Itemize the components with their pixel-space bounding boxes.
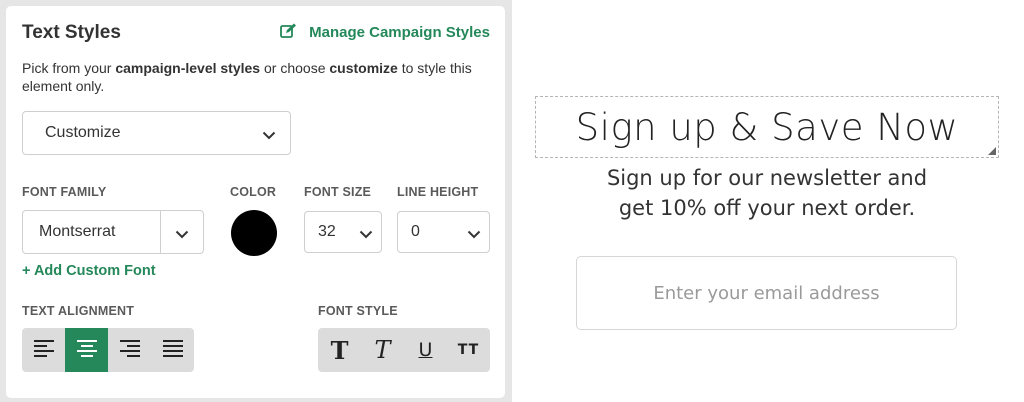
text-alignment-group xyxy=(22,328,194,372)
align-right-icon xyxy=(119,339,141,362)
line-height-select[interactable]: 0 xyxy=(397,211,490,253)
resize-handle-icon[interactable] xyxy=(988,147,996,155)
chevron-down-icon xyxy=(175,226,189,244)
description-bold-customize: customize xyxy=(329,60,398,76)
settings-panel-backdrop: Text Styles Manage Campaign Styles Pick … xyxy=(0,0,512,402)
panel-description: Pick from your campaign-level styles or … xyxy=(22,59,492,95)
subtext-line: get 10% off your next order. xyxy=(618,196,916,220)
font-family-select[interactable]: Montserrat xyxy=(22,210,204,254)
select-divider xyxy=(160,211,161,253)
chevron-down-icon xyxy=(359,226,373,244)
align-center-icon xyxy=(76,339,98,362)
line-height-label: LINE HEIGHT xyxy=(397,185,479,199)
chevron-down-icon xyxy=(467,226,481,244)
text-alignment-label: TEXT ALIGNMENT xyxy=(22,304,135,318)
style-source-value: Customize xyxy=(45,124,121,141)
description-text: or choose xyxy=(260,60,330,76)
description-text: Pick from your xyxy=(22,60,116,76)
subtext-block: Sign up for our newsletter and get 10% o… xyxy=(535,163,999,223)
line-height-value: 0 xyxy=(411,223,420,240)
align-justify-icon xyxy=(162,339,184,362)
underline-button[interactable]: U xyxy=(404,328,447,372)
font-size-select[interactable]: 32 xyxy=(304,211,382,253)
manage-campaign-styles-label: Manage Campaign Styles xyxy=(309,24,490,41)
panel-title: Text Styles xyxy=(22,22,121,43)
edit-icon xyxy=(280,23,309,42)
align-right-button[interactable] xyxy=(108,328,151,372)
chevron-down-icon xyxy=(262,127,276,145)
headline-text: Sign up & Save Now xyxy=(575,105,959,149)
bold-icon: T xyxy=(330,335,349,365)
uppercase-icon: TT xyxy=(457,342,480,358)
font-family-value: Montserrat xyxy=(39,223,116,240)
font-style-label: FONT STYLE xyxy=(318,304,398,318)
underline-icon: U xyxy=(418,339,433,361)
email-input[interactable] xyxy=(576,256,957,330)
color-label: COLOR xyxy=(230,185,277,199)
font-style-group: T T U TT xyxy=(318,328,490,372)
subtext-line: Sign up for our newsletter and xyxy=(606,166,928,190)
font-family-label: FONT FAMILY xyxy=(22,185,107,199)
headline-text-block[interactable]: Sign up & Save Now xyxy=(535,96,999,158)
add-custom-font-link[interactable]: + Add Custom Font xyxy=(22,263,156,279)
align-center-button[interactable] xyxy=(65,328,108,372)
style-source-select[interactable]: Customize xyxy=(22,111,291,155)
align-justify-button[interactable] xyxy=(151,328,194,372)
font-size-label: FONT SIZE xyxy=(304,185,372,199)
bold-button[interactable]: T xyxy=(318,328,361,372)
text-styles-panel: Text Styles Manage Campaign Styles Pick … xyxy=(6,6,505,398)
italic-icon: T xyxy=(374,336,391,364)
font-size-value: 32 xyxy=(318,223,336,240)
manage-campaign-styles-link[interactable]: Manage Campaign Styles xyxy=(280,23,490,42)
description-bold-campaign-styles: campaign-level styles xyxy=(115,60,261,76)
color-swatch[interactable] xyxy=(231,210,277,256)
align-left-icon xyxy=(33,339,55,362)
align-left-button[interactable] xyxy=(22,328,65,372)
italic-button[interactable]: T xyxy=(361,328,404,372)
uppercase-button[interactable]: TT xyxy=(447,328,490,372)
